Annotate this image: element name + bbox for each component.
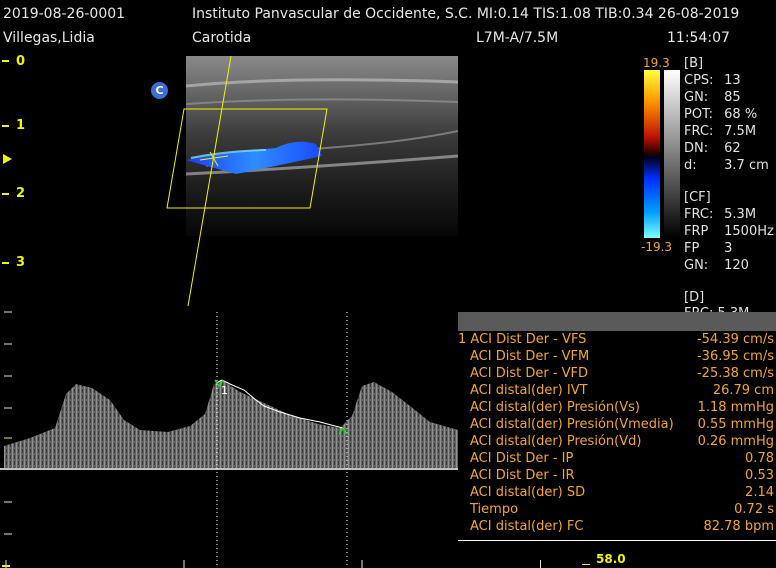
measurement-row: ACI Dist Der - VFM -36.95 cm/s [470,349,774,364]
measurement-row: ACI Dist Der - VFD -25.38 cm/s [470,366,774,381]
depth-label: 3 [16,255,26,270]
probe-label: L7M-A/7.5M [476,30,559,46]
patient-name: Villegas,Lidia [3,30,95,46]
depth-scale: 0 1 2 3 [0,52,30,312]
measurement-row: 1 ACI Dist Der - VFS -54.39 cm/s [458,332,774,347]
bmode-params: [B] CPS: 13 GN: 85 POT: 68 % FRC: 7.5M D… [684,56,769,175]
color-bar [644,70,660,238]
focus-marker-icon [3,154,12,164]
param-row: FRP 1500Hz [684,224,774,239]
measurement-row: ACI distal(der) Presión(Vmedia) 0.55 mmHg [470,417,774,432]
measurement-row: ACI Dist Der - IP 0.78 [470,451,774,466]
color-bar-max: 19.3 [643,56,670,70]
carotid-marker-icon: C [151,82,168,99]
measurement-row: ACI distal(der) FC 82.78 bpm [470,519,774,534]
depth-label: 0 [16,54,26,69]
bmode-section-title: [B] [684,56,704,71]
measurement-header-bar [458,312,776,331]
measurement-row: Tiempo 0.72 s [470,502,774,517]
param-row: CPS: 13 [684,73,741,88]
cf-params: [CF] FRC: 5.3M FRP 1500Hz FP 3 GN: 120 [684,190,774,275]
cf-section-title: [CF] [684,190,711,205]
d-section-title: [D] [684,290,705,305]
param-row: DN: 62 [684,141,741,156]
depth-label: 2 [16,186,26,201]
exam-name: Carotida [192,30,252,46]
panel-divider [458,540,776,541]
param-row: d: 3.7 cm [684,158,769,173]
sweep-speed: 58.0 [596,552,626,566]
param-row: FRC: 7.5M [684,124,757,139]
measurement-row: ACI distal(der) Presión(Vd) 0.26 mmHg [470,434,774,449]
param-row: GN: 85 [684,90,741,105]
patient-id: 2019-08-26-0001 [3,6,126,22]
param-row: GN: 120 [684,258,749,273]
param-row: POT: 68 % [684,107,758,122]
gray-bar [664,70,680,238]
color-bar-min: -19.3 [641,240,673,254]
measurement-row: ACI distal(der) Presión(Vs) 1.18 mmHg [470,400,774,415]
depth-label: 1 [16,118,26,133]
cursor-number: 1 [221,384,228,397]
measurement-row: ACI distal(der) IVT 26.79 cm [470,383,774,398]
param-row: FP 3 [684,241,733,256]
institution-info: Instituto Panvascular de Occidente, S.C.… [192,6,740,22]
param-row: FRC: 5.3M [684,207,757,222]
doppler-spectrum [0,311,458,568]
measurement-panel: 1 ACI Dist Der - VFS -54.39 cm/s ACI Dist… [458,332,776,540]
exam-time: 11:54:07 [667,30,730,46]
measurement-row: ACI Dist Der - IR 0.53 [470,468,774,483]
measurement-row: ACI distal(der) SD 2.14 [470,485,774,500]
color-box [166,108,328,209]
